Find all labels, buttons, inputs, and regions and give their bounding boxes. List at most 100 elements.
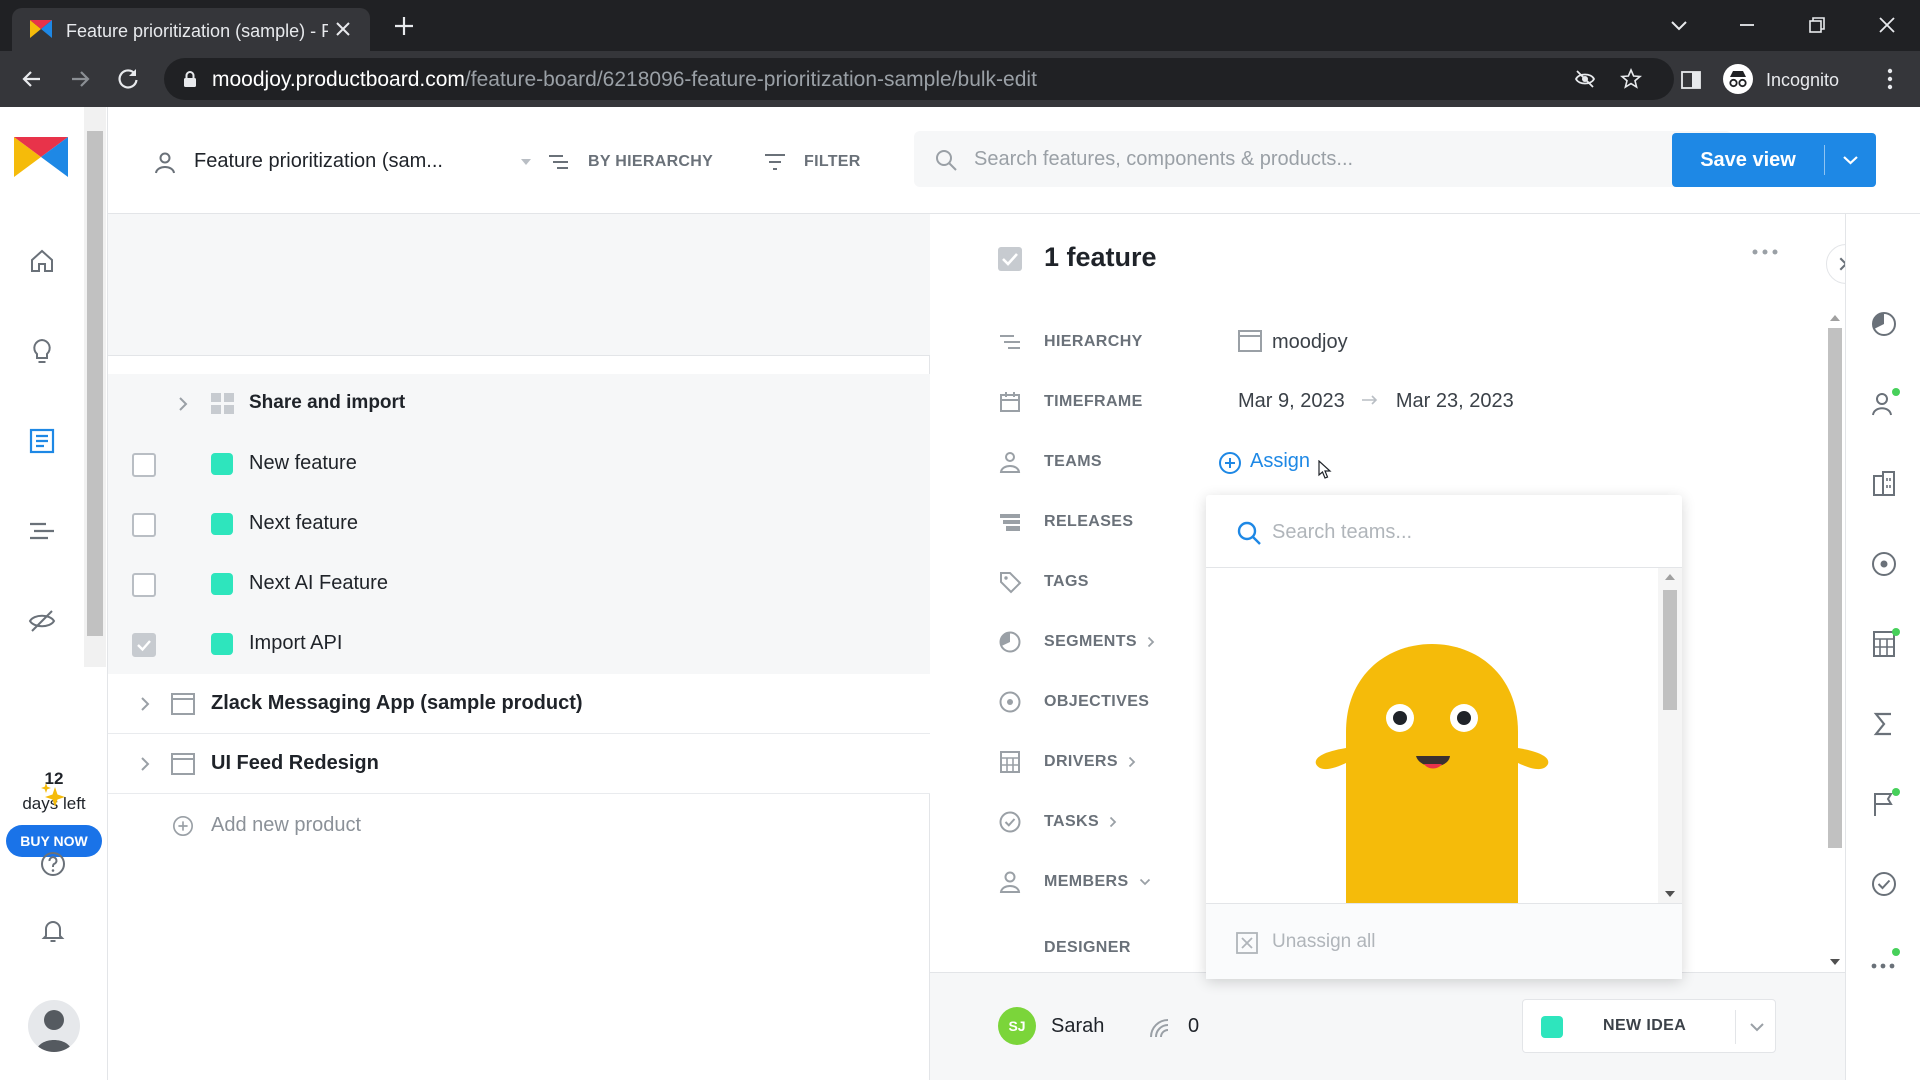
eye-off-icon[interactable] (1574, 68, 1596, 90)
chevron-right-icon[interactable] (138, 756, 152, 772)
close-tab-icon[interactable] (334, 20, 352, 38)
feature-checkbox[interactable] (132, 513, 156, 537)
select-all-checkbox[interactable] (998, 247, 1022, 271)
tasks-check-icon (999, 811, 1021, 833)
list-item-product[interactable]: UI Feed Redesign (108, 734, 930, 794)
side-panel-icon[interactable] (1680, 69, 1702, 91)
teams-icon (999, 452, 1021, 473)
features-board-icon[interactable] (26, 425, 58, 457)
list-item-feature[interactable]: New feature (108, 434, 930, 494)
add-circle-icon (173, 816, 193, 836)
rail-more-icon[interactable] (1868, 948, 1900, 980)
status-select[interactable]: NEW IDEA (1522, 999, 1776, 1053)
arrow-right-icon (1362, 395, 1378, 405)
reload-icon[interactable] (114, 65, 142, 93)
insights-signal-icon (1150, 1019, 1169, 1038)
unassign-x-box-icon (1236, 932, 1258, 954)
left-nav-scrollbar[interactable] (84, 107, 106, 667)
window-close-icon[interactable] (1874, 12, 1900, 38)
teams-search-input[interactable] (1272, 515, 1652, 549)
insights-lightbulb-icon[interactable] (26, 335, 58, 367)
teams-dropdown-scrollbar[interactable] (1658, 568, 1682, 903)
list-item-feature[interactable]: Import API (108, 614, 930, 674)
chevron-right-icon[interactable] (138, 696, 152, 712)
chevron-down-icon (521, 159, 531, 165)
chevron-right-icon[interactable] (176, 396, 190, 412)
rail-tasks-icon[interactable] (1868, 868, 1900, 900)
new-tab-icon[interactable] (392, 14, 416, 38)
timeframe-value[interactable]: Mar 9, 2023 Mar 23, 2023 (1238, 390, 1514, 413)
help-icon[interactable] (38, 849, 68, 879)
group-by-hierarchy-button[interactable]: BY HIERARCHY (548, 147, 713, 177)
browser-address-bar: moodjoy.productboard.com/feature-board/6… (0, 51, 1920, 107)
forward-arrow-icon[interactable] (66, 65, 94, 93)
rail-drivers-icon[interactable] (1868, 628, 1900, 660)
owner-name[interactable]: Sarah (1051, 1015, 1104, 1038)
portal-icon[interactable] (26, 605, 58, 637)
field-label: MEMBERS (1044, 873, 1151, 891)
tab-title: Feature prioritization (sample) - Produc… (66, 21, 328, 41)
rail-formulas-sigma-icon[interactable] (1868, 708, 1900, 740)
list-item-feature[interactable]: Next feature (108, 494, 930, 554)
tab-search-chevron-icon[interactable] (1666, 12, 1692, 38)
board-selector[interactable]: Feature prioritization (sam... (152, 147, 531, 177)
browser-menu-icon[interactable] (1880, 65, 1900, 93)
product-box-icon (171, 693, 195, 715)
field-teams: TEAMS (998, 444, 1798, 480)
insights-count[interactable]: 0 (1188, 1015, 1199, 1038)
incognito-label: Incognito (1766, 70, 1840, 90)
incognito-profile-button[interactable]: Incognito (1720, 60, 1870, 98)
field-label: RELEASES (1044, 513, 1134, 530)
filter-button[interactable]: FILTER (764, 147, 864, 177)
productboard-favicon-icon (30, 20, 52, 38)
productboard-logo-icon[interactable] (14, 137, 68, 177)
list-item-component[interactable]: Share and import (108, 374, 930, 434)
rail-releases-flag-icon[interactable] (1868, 788, 1900, 820)
add-new-product-row[interactable]: Add new product (108, 796, 930, 856)
feature-status-swatch (211, 453, 233, 475)
field-hierarchy: HIERARCHY moodjoy (998, 324, 1798, 360)
field-label: SEGMENTS (1044, 633, 1155, 651)
detail-title: 1 feature (1044, 242, 1157, 272)
minimize-icon[interactable] (1734, 12, 1760, 38)
feature-checkbox[interactable] (132, 573, 156, 597)
search-input[interactable] (974, 141, 1694, 177)
back-arrow-icon[interactable] (18, 65, 46, 93)
drivers-calculator-icon (1000, 751, 1020, 773)
list-item-feature[interactable]: Next AI Feature (108, 554, 930, 614)
browser-tab-bar: Feature prioritization (sample) - Produc… (0, 0, 1920, 51)
list-item-label: UI Feed Redesign (211, 752, 379, 774)
more-options-icon[interactable] (1750, 246, 1780, 258)
unassign-all-button[interactable]: Unassign all (1206, 903, 1682, 979)
field-label: HIERARCHY (1044, 333, 1143, 350)
field-label: DESIGNER (1044, 939, 1131, 956)
save-view-dropdown-button[interactable] (1825, 133, 1876, 187)
rail-users-icon[interactable] (1868, 388, 1900, 420)
url-field[interactable]: moodjoy.productboard.com/feature-board/6… (164, 58, 1674, 100)
hierarchy-value[interactable]: moodjoy (1238, 330, 1348, 354)
feature-status-swatch (211, 573, 233, 595)
notifications-bell-icon[interactable] (38, 915, 68, 945)
browser-tab[interactable]: Feature prioritization (sample) - Produc… (12, 8, 370, 51)
list-header-area (108, 214, 930, 356)
detail-scrollbar[interactable] (1824, 308, 1846, 968)
feature-search[interactable] (914, 131, 1732, 187)
chevron-right-icon (1128, 756, 1136, 767)
calendar-icon (1000, 392, 1020, 412)
restore-icon[interactable] (1804, 12, 1830, 38)
rail-segments-icon[interactable] (1868, 308, 1900, 340)
user-avatar[interactable] (28, 1000, 80, 1052)
feature-checkbox[interactable] (132, 453, 156, 477)
rail-objectives-icon[interactable] (1868, 548, 1900, 580)
save-view-button[interactable]: Save view (1672, 133, 1824, 187)
feature-checkbox-checked[interactable] (132, 633, 156, 657)
owner-avatar[interactable]: SJ (998, 1007, 1036, 1045)
whats-new-sparkle-icon[interactable] (38, 781, 68, 811)
rail-companies-icon[interactable] (1868, 468, 1900, 500)
roadmap-icon[interactable] (26, 515, 58, 547)
incognito-icon (1723, 64, 1753, 94)
releases-icon (1000, 514, 1020, 531)
list-item-product[interactable]: Zlack Messaging App (sample product) (108, 674, 930, 734)
bookmark-star-icon[interactable] (1620, 68, 1642, 90)
home-icon[interactable] (26, 245, 58, 277)
